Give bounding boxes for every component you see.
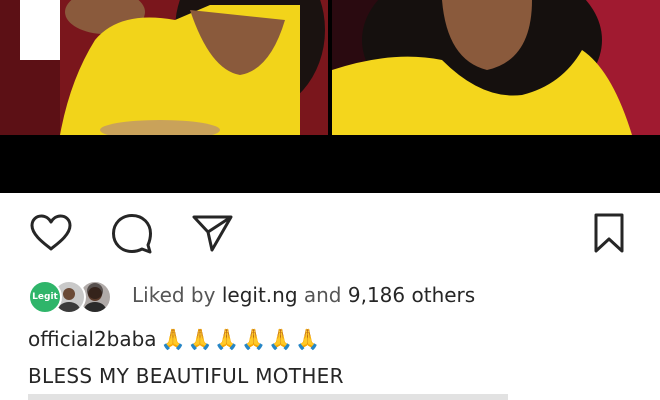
caption-emojis: 🙏🙏🙏🙏🙏🙏 <box>160 327 322 351</box>
photo-panel-left <box>0 0 328 135</box>
post-action-bar <box>0 208 660 258</box>
send-icon <box>192 215 233 252</box>
and-label: and <box>303 283 342 307</box>
others-label[interactable]: others <box>412 283 476 307</box>
bookmark-icon <box>594 213 624 253</box>
like-button[interactable] <box>27 208 75 258</box>
liked-by-label: Liked by <box>132 283 216 307</box>
caption-header: official2baba 🙏🙏🙏🙏🙏🙏 <box>28 327 322 351</box>
post-username[interactable]: official2baba <box>28 327 157 351</box>
others-count[interactable]: 9,186 <box>348 283 405 307</box>
comment-button[interactable] <box>108 208 156 258</box>
post-photo[interactable] <box>0 0 660 135</box>
comment-icon <box>112 214 152 254</box>
avatar-badge-text: Legit <box>32 292 58 302</box>
photo-letterbox <box>0 135 660 193</box>
likes-text: Liked by legit.ng and 9,186 others <box>132 283 475 307</box>
share-button[interactable] <box>188 208 236 258</box>
save-button[interactable] <box>585 208 633 258</box>
likes-summary[interactable]: Legit Liked by legit.ng and 9,186 others <box>28 280 648 316</box>
avatar[interactable]: Legit <box>28 280 62 314</box>
photo-panel-right <box>332 0 660 135</box>
liked-by-user[interactable]: legit.ng <box>222 283 298 307</box>
heart-icon <box>30 214 72 251</box>
caption-overflow <box>28 394 508 400</box>
caption-text: BLESS MY BEAUTIFUL MOTHER <box>28 364 344 388</box>
